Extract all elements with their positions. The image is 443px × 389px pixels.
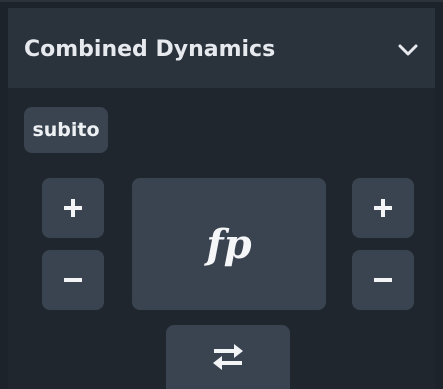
increase-first-dynamic-button[interactable]: [42, 178, 104, 238]
swap-arrows-icon: [213, 344, 243, 370]
minus-icon: [64, 278, 82, 282]
combined-dynamic-display[interactable]: fp: [132, 178, 326, 310]
subito-label: subito: [32, 119, 100, 141]
swap-dynamics-button[interactable]: [166, 325, 290, 389]
subito-button[interactable]: subito: [24, 107, 108, 153]
plus-icon: [374, 199, 392, 217]
panel-header[interactable]: Combined Dynamics: [8, 8, 435, 88]
combined-dynamics-panel: Combined Dynamics subito fp: [0, 0, 443, 389]
panel-content: subito fp: [8, 88, 435, 389]
decrease-first-dynamic-button[interactable]: [42, 250, 104, 310]
plus-icon: [64, 199, 82, 217]
decrease-second-dynamic-button[interactable]: [352, 250, 414, 310]
panel-title: Combined Dynamics: [24, 37, 276, 62]
chevron-down-icon[interactable]: [395, 38, 421, 62]
increase-second-dynamic-button[interactable]: [352, 178, 414, 238]
dynamic-marking: fp: [206, 220, 252, 268]
minus-icon: [374, 278, 392, 282]
